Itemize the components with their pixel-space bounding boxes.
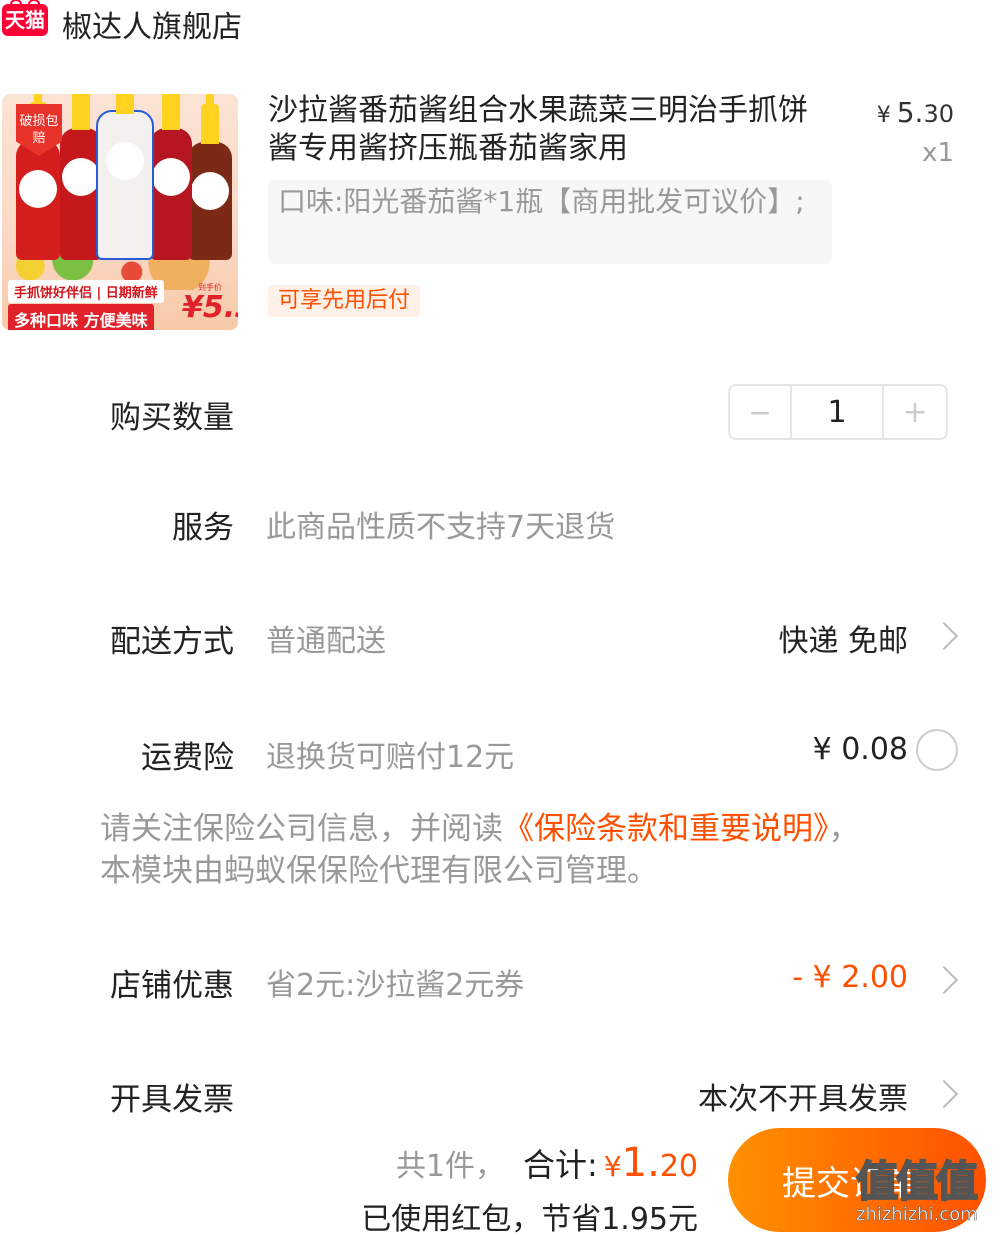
chevron-right-icon[interactable] — [929, 621, 959, 651]
insurance-value: 退换货可赔付12元 — [266, 740, 515, 775]
price-dec: 30 — [923, 100, 954, 128]
item-count: 共1件， — [395, 1149, 506, 1184]
insurance-terms-link[interactable]: 《保险条款和重要说明》 — [503, 811, 829, 847]
quantity-label: 购买数量 — [110, 400, 234, 436]
discount-amount[interactable]: - ¥ 2.00 — [792, 960, 908, 995]
salad-bottle — [96, 94, 154, 260]
product-title[interactable]: 沙拉酱番茄酱组合水果蔬菜三明治手抓饼酱专用酱挤压瓶番茄酱家用 — [268, 92, 828, 168]
total-amount-dec: 20 — [659, 1149, 698, 1184]
discount-label: 店铺优惠 — [110, 968, 234, 1004]
insurance-notice: 请关注保险公司信息，并阅读《保险条款和重要说明》，本模块由蚂蚁保保险代理有限公司… — [100, 808, 870, 892]
price-symbol: ¥ — [876, 103, 891, 128]
watermark-logo: 值值值 — [855, 1156, 979, 1207]
chevron-right-icon[interactable] — [929, 965, 959, 995]
product-image[interactable]: 破损包赔 手抓饼好伴侣 | 日期新鲜 多种口味 方便美味 到手价 ¥5.3 — [2, 94, 238, 330]
image-strip-top: 手抓饼好伴侣 | 日期新鲜 — [8, 280, 164, 303]
pay-later-tag: 可享先用后付 — [268, 285, 421, 317]
sauce-bottle — [188, 94, 232, 260]
delivery-option[interactable]: 快递 免邮 — [778, 616, 908, 660]
price-int: 5. — [896, 96, 924, 129]
sauce-bottle — [150, 94, 192, 260]
insurance-price: ¥ 0.08 — [812, 732, 908, 767]
quantity-value[interactable]: 1 — [792, 386, 884, 438]
checkout-bar: 共1件， 合计: ¥1.20 已使用红包，节省1.95元 提交订单 — [0, 1120, 1002, 1236]
insurance-label: 运费险 — [141, 740, 234, 776]
product-price: ¥5.30 — [877, 96, 954, 129]
order-total: 共1件， 合计: ¥1.20 — [396, 1140, 698, 1186]
decrease-button[interactable]: − — [730, 386, 792, 438]
savings-text: 已使用红包，节省1.95元 — [361, 1202, 698, 1236]
increase-button[interactable]: + — [884, 386, 946, 438]
discount-value: 省2元:沙拉酱2元券 — [266, 968, 525, 1003]
image-price: ¥5.3 — [182, 290, 238, 325]
watermark-url: zhizhizhi.com — [856, 1204, 978, 1226]
chevron-right-icon[interactable] — [929, 1079, 959, 1109]
product-quantity: x1 — [922, 138, 954, 168]
quantity-stepper[interactable]: − 1 + — [728, 384, 948, 440]
sauce-bottle — [16, 94, 60, 260]
watermark: 值值值 zhizhizhi.com — [855, 1148, 998, 1232]
shop-header[interactable]: 天猫 椒达人旗舰店 — [0, 0, 1002, 46]
image-strip-bottom: 多种口味 方便美味 — [8, 304, 154, 330]
delivery-label: 配送方式 — [110, 624, 234, 660]
delivery-value: 普通配送 — [266, 624, 386, 659]
shop-name[interactable]: 椒达人旗舰店 — [62, 2, 242, 46]
sku-selector[interactable]: 口味:阳光番茄酱*1瓶【商用批发可议价】; — [268, 180, 832, 264]
service-value: 此商品性质不支持7天退货 — [266, 510, 616, 545]
total-label: 合计: — [523, 1146, 598, 1184]
total-currency: ¥ — [603, 1150, 622, 1183]
insurance-radio[interactable] — [916, 729, 958, 771]
invoice-label: 开具发票 — [110, 1082, 234, 1118]
tmall-logo: 天猫 — [2, 0, 48, 36]
service-label: 服务 — [172, 510, 234, 546]
invoice-option[interactable]: 本次不开具发票 — [698, 1074, 908, 1118]
total-amount-int: 1. — [621, 1140, 660, 1186]
notice-text: 请关注保险公司信息，并阅读 — [100, 811, 503, 847]
